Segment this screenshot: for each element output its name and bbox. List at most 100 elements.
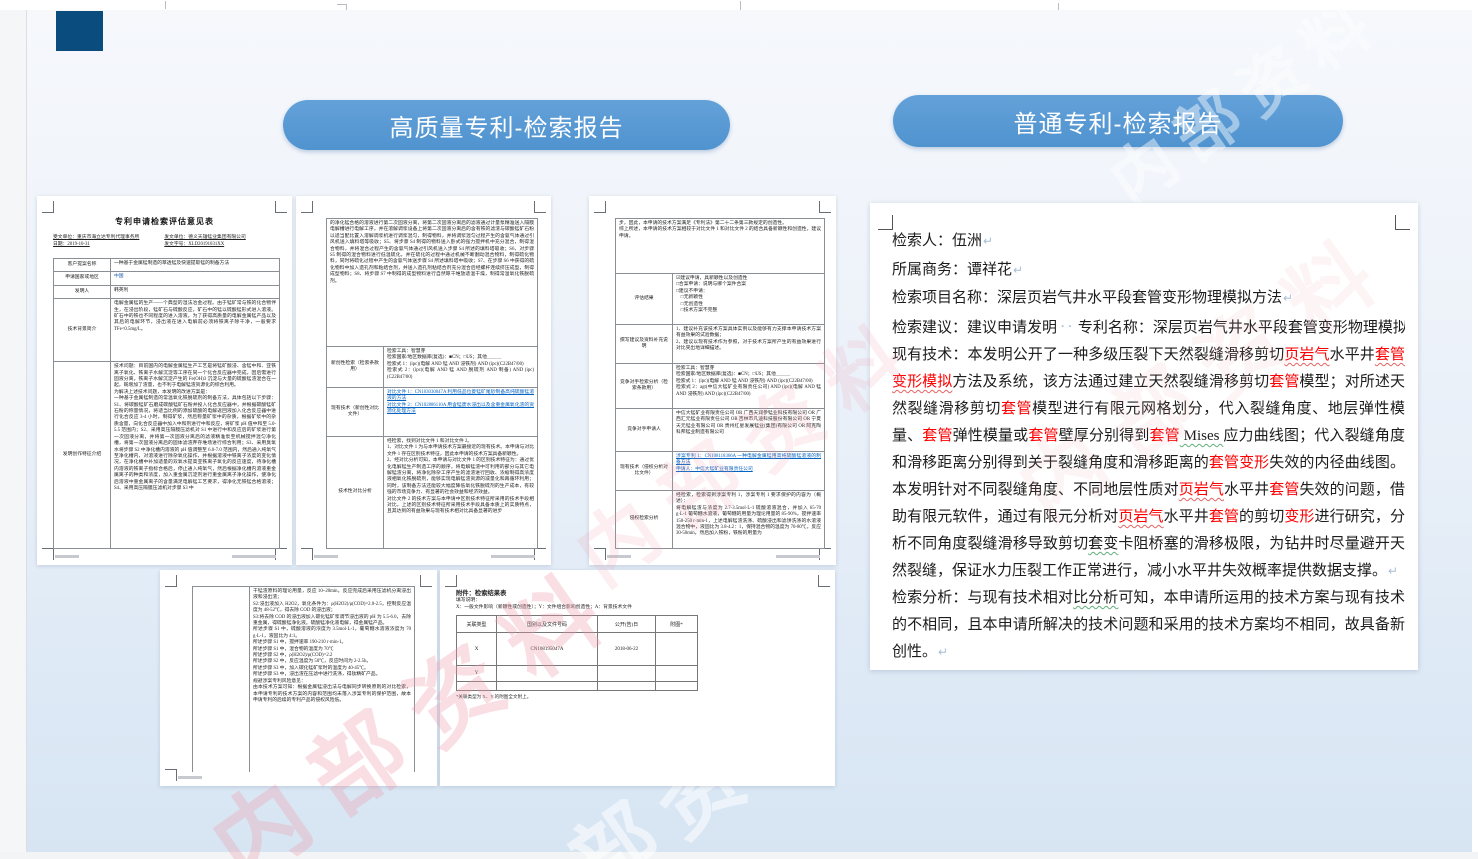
page-corner-mark [301,201,313,213]
result-table-header: 国别以及文件号码 [497,616,598,633]
thumbnail-evaluation-form-page4[interactable]: 干锰渣原料的理论用量，反应 10~20min，反应完成后采用压滤机分离浸出液和浸… [160,570,437,786]
form-row-label: 发明创作特征介绍 [54,362,111,548]
text-segment: 检索建议：建议申请发明 [892,320,1057,336]
form-row-label: 竞争对手检索分析（检索条款用） [616,364,673,408]
page-corner-mark [420,575,432,587]
form-row-text: 步，因此，本申请的技术方案满足《专利法》第二十二条第三款规定的创造性。 综上所述… [616,219,824,273]
result-table-header: 关联类型 [457,616,497,633]
form-table: 干锰渣原料的理论用量，反应 10~20min，反应完成后采用压滤机分离浸出液和浸… [192,586,415,772]
page-corner-mark [42,548,54,560]
text-segment: 检索项目名称：深层页岩气井水平段套管变形物理模拟方法 [892,290,1282,306]
result-table-cell: 2018-06-22 [598,633,656,666]
page-corner-mark [275,201,287,213]
page-corner-mark [818,575,830,587]
page-corner-mark [594,201,606,213]
form-row-label: 撰写建议及资料补充说明 [616,325,673,363]
text-segment: 所属商务：谭祥花 [892,262,1012,278]
text-segment: 检索分析： [892,590,967,606]
banner-high-quality-report[interactable]: 高质量专利-检索报告 [283,100,730,150]
meta-send: 发文单位：德义天雄锰业集团有限公司 [164,234,275,241]
page-footer-mark [178,776,202,779]
form-row: 申请国家或地区 中国 [54,272,279,285]
toolbar-artifact [740,1,741,10]
form-row: 的净化锰合格的溶液进行第二次固液分离，将第二次固液分离后的滤液通过计量泵精准送入… [327,219,537,347]
text-segment: 检索人：伍洲 [892,233,982,249]
form-row-text: ☑建议申请，具新颖性以及创造性 □合案申请：说明与哪个案件合案 □建议不申请： … [673,274,824,324]
prior-art-paragraph: 现有技术：本发明公开了一种多级压裂下天然裂缝滑移剪切页岩气水平井套管变形模拟方法… [892,342,1405,585]
searcher-line: 检索人：伍洲↵ [892,227,1405,256]
page-footer-mark [232,555,276,558]
form-row: 竞争对手检索分析（检索条款用） 检索工具：智慧芽 检索国家/地区数据库(复选)：… [616,364,824,409]
text-segment: 变形 [1284,509,1314,525]
text-segment: 套管 [1028,428,1058,444]
report-page-ordinary-patent[interactable]: 检索人：伍洲↵ 所属商务：谭祥花↵ 检索项目名称：深层页岩气井水平段套管变形物理… [870,203,1418,670]
page-corner-mark [301,548,313,560]
result-table-cell: Y [457,666,497,682]
form-row: 竞争对手申请人 中信大锰矿业有限责任公司 OR 广西天润参锰业科技有限公司 OR… [616,409,824,452]
form-row-text: 韩英利 [111,286,279,298]
page-corner-mark [42,201,54,213]
attachment-footnote: *关联类型为 X、Y 的附图全文附上。 [456,694,698,700]
text-segment: 套管 [1001,401,1032,417]
analysis-paragraph: 检索分析：与现有技术相对比分析可知，本申请所运用的技术方案与现有技术的不相同，且… [892,585,1405,664]
text-segment: ↵ [983,234,993,248]
text-segment: 的剪切 [1239,509,1284,525]
form-row-text: 经检索，找到对比文件 1 和对比文件 2。 1、对比文件 1 为与本申请技术方案… [384,437,537,548]
form-row-label: 客户提案名称 [54,259,111,271]
meta-recv: 受文单位：重庆市海立达专利代理事务所 [53,234,164,241]
text-segment: 套管 [922,428,952,444]
content-stage: 内部资料 内部资料 高质量专利-检索报告 普通专利-检索报告 专利申请检索评估意… [27,10,1472,852]
form-row: 技术性对比分析 经检索，找到对比文件 1 和对比文件 2。 1、对比文件 1 为… [327,437,537,548]
form-table: 客户提案名称 一种基于金属锰制造的萃透锰及快速提取锰的制备方法 申请国家或地区 … [53,258,280,549]
result-table-header: 附图* [656,616,698,633]
form-row-text: 检索工具：智慧芽 检索国家/地区数据库(复选)：■CN；□US；其他＿＿＿ 检索… [384,347,537,387]
banner-ordinary-report[interactable]: 普通专利-检索报告 [893,95,1343,147]
form-row-text: 对比文件 1：CN103030047A 利用低品位菱锰矿尾砂制备高纯硫酸锰溶液的… [384,388,537,436]
result-table-cell [656,682,698,691]
thumbnail-evaluation-form-page1[interactable]: 专利申请检索评估意见表 受文单位：重庆市海立达专利代理事务所发文单位：德义天雄锰… [37,196,292,565]
form-row: 现有技术（新创性对比文件） 对比文件 1：CN103030047A 利用低品位菱… [327,388,537,437]
text-segment: 套管 [1149,428,1179,444]
text-segment: ↵ [1388,564,1398,578]
page-corner-mark [594,548,606,560]
text-segment: 壁厚分别得到 [1059,428,1150,444]
result-table-header: 公开(告)日 [598,616,656,633]
meta-refno: 发文字号：XLD20191031XX [164,241,275,248]
page-corner-mark [445,575,457,587]
form-row: 发明创作特征介绍 技术问题：目前国内的电解金属锰生产工艺是将锰矿酸浸、含锰中和、… [54,362,279,548]
form-row-label [193,587,250,772]
toolbar-artifact [346,4,347,10]
text-segment: 与现有技术相对 [967,590,1073,606]
text-segment: 套管变形 [1209,455,1269,471]
thumbnail-evaluation-form-page3[interactable]: 步，因此，本申请的技术方案满足《专利法》第二十二条第三款规定的创造性。 综上所述… [589,196,836,565]
form-row: 步，因此，本申请的技术方案满足《专利法》第二十二条第三款规定的创造性。 综上所述… [616,219,824,274]
thumbnail-attachment-result-table[interactable]: 附件：检索结果表 填写说明： X：一般文件影响（新颖性或创造性）；Y：文件组合影… [440,570,835,786]
thumbnail-evaluation-form-page2[interactable]: 的净化锰合格的溶液进行第二次固液分离，将第二次固液分离后的滤液通过计量泵精准送入… [296,196,551,565]
form-row-text: 检索工具：智慧芽 检索国家/地区数据库(复选)：■CN；□US；其他＿＿＿ 检索… [673,364,824,408]
report-body: 检索人：伍洲↵ 所属商务：谭祥花↵ 检索项目名称：深层页岩气井水平段套管变形物理… [892,227,1405,664]
result-table-cell [497,666,598,682]
text-segment: 水平井 [1164,509,1209,525]
form-row-label: 新创性检索（检索条款用） [327,347,384,387]
text-segment: ↵ [1283,291,1293,305]
form-row: 现有技术（侵权分析对比文件） 涉案专利 1：CN108118366A 一种电解金… [616,452,824,491]
form-table: 的净化锰合格的溶液进行第二次固液分离，将第二次固液分离后的滤液通过计量泵精准送入… [326,218,538,549]
page-corner-mark [878,215,893,230]
result-table-cell: X [457,633,497,666]
left-margin-rail [0,10,27,852]
page-footer-mark [776,555,820,558]
text-segment: Mises [1180,428,1224,444]
result-table-cell [656,633,698,666]
page-corner-mark [819,201,831,213]
page-corner-mark [275,548,287,560]
business-line: 所属商务：谭祥花↵ [892,256,1405,285]
meta-date: 日期：2019-10-31 [53,241,164,248]
form-row-label: 发明人 [54,286,111,298]
form-row: 干锰渣原料的理论用量，反应 10~20min，反应完成后采用压滤机分离浸出液和浸… [193,587,414,772]
page-corner-mark [165,769,177,781]
form-row-label: 侵权检索分析 [616,491,673,548]
text-segment: ･･ [1057,321,1078,333]
form-row: 撰写建议及资料补充说明 1、建议补充该技术方案具体实例以及能够有力支撑本申请技术… [616,325,824,364]
text-segment: 本发明公开了一种多级压裂下天然裂缝滑移剪切 [967,347,1284,363]
banner-label: 高质量专利-检索报告 [390,108,624,143]
